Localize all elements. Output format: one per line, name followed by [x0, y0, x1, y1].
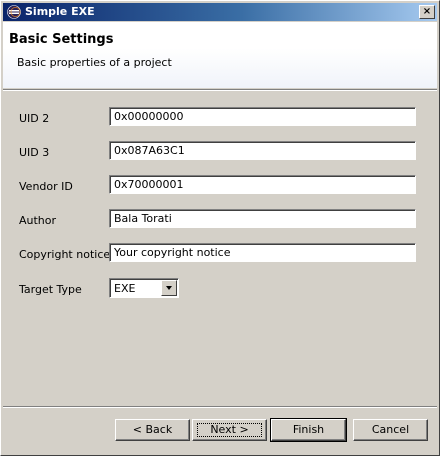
page-description: Basic properties of a project — [17, 56, 172, 69]
target-type-label: Target Type — [19, 283, 82, 296]
finish-button-label: Finish — [292, 423, 325, 436]
target-type-value: EXE — [114, 282, 136, 295]
eclipse-app-icon — [7, 5, 21, 19]
close-button[interactable]: × — [419, 5, 435, 19]
wizard-header: Basic Settings Basic properties of a pro… — [3, 22, 437, 88]
copyright-label: Copyright notice — [19, 248, 111, 261]
close-icon: × — [422, 6, 432, 17]
cancel-button[interactable]: Cancel — [353, 419, 428, 441]
vendor-id-label: Vendor ID — [19, 180, 73, 193]
author-label: Author — [19, 214, 57, 227]
vendor-id-value: 0x70000001 — [114, 178, 184, 191]
uid2-field[interactable]: 0x00000000 — [109, 107, 416, 126]
cancel-button-label: Cancel — [371, 423, 410, 436]
copyright-field[interactable]: Your copyright notice — [109, 243, 416, 262]
uid2-value: 0x00000000 — [114, 110, 184, 123]
vendor-id-field[interactable]: 0x70000001 — [109, 175, 416, 194]
page-title: Basic Settings — [9, 32, 114, 47]
footer-separator — [3, 406, 437, 408]
next-button[interactable]: Next > — [192, 419, 267, 441]
window-title: Simple EXE — [25, 5, 95, 18]
uid3-label: UID 3 — [19, 146, 50, 159]
back-button[interactable]: < Back — [115, 419, 190, 441]
focus-indicator — [197, 423, 262, 437]
author-value: Bala Torati — [114, 212, 172, 225]
title-bar[interactable]: Simple EXE × — [3, 3, 437, 21]
target-type-select[interactable]: EXE — [109, 278, 179, 298]
chevron-down-icon[interactable] — [161, 280, 177, 296]
uid3-value: 0x087A63C1 — [114, 144, 185, 157]
finish-button[interactable]: Finish — [270, 418, 347, 442]
uid2-label: UID 2 — [19, 112, 50, 125]
header-separator — [3, 89, 437, 91]
copyright-value: Your copyright notice — [114, 246, 231, 259]
wizard-window: Simple EXE × Basic Settings Basic proper… — [0, 0, 440, 456]
uid3-field[interactable]: 0x087A63C1 — [109, 141, 416, 160]
author-field[interactable]: Bala Torati — [109, 209, 416, 228]
back-button-label: < Back — [132, 423, 173, 436]
